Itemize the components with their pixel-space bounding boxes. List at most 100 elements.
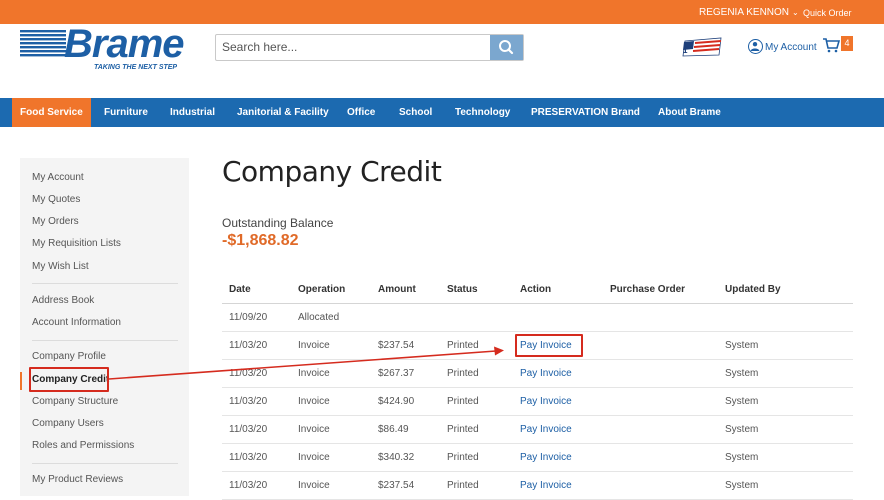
sidebar-divider: [32, 340, 178, 341]
cell-status: Printed: [440, 331, 513, 360]
cell-date: 11/03/20: [222, 415, 291, 444]
cell-amount: $340.32: [371, 443, 440, 472]
table-row: 11/09/20 Allocated: [222, 303, 853, 332]
pay-invoice-link[interactable]: Pay Invoice: [513, 359, 603, 388]
table-row: 11/03/20 Invoice $340.32 Printed Pay Inv…: [222, 443, 853, 472]
cell-status: Printed: [440, 359, 513, 388]
column-header-purchase-order: Purchase Order: [603, 276, 718, 304]
sidebar-item-company-users[interactable]: Company Users: [32, 418, 104, 429]
shopping-cart-icon[interactable]: [822, 37, 840, 53]
cell-purchase-order: [603, 359, 718, 388]
cell-operation: Invoice: [291, 471, 371, 500]
cell-amount: $86.49: [371, 415, 440, 444]
cell-operation: Invoice: [291, 359, 371, 388]
my-account-link[interactable]: My Account: [748, 39, 817, 54]
cell-operation: Invoice: [291, 331, 371, 360]
sidebar-item-company-structure[interactable]: Company Structure: [32, 396, 118, 407]
cell-status: Printed: [440, 387, 513, 416]
cell-operation: Allocated: [291, 303, 371, 332]
cell-amount: $424.90: [371, 387, 440, 416]
cell-updated-by: System: [718, 331, 853, 360]
sidebar-active-indicator: [20, 372, 22, 390]
column-header-date: Date: [222, 276, 291, 304]
cell-status: Printed: [440, 415, 513, 444]
page-title: Company Credit: [222, 155, 442, 188]
table-row: 11/03/20 Invoice $86.49 Printed Pay Invo…: [222, 415, 853, 444]
credit-history-table: Date Operation Amount Status Action Purc…: [222, 276, 853, 500]
sidebar-item-my-requisition-lists[interactable]: My Requisition Lists: [32, 238, 121, 249]
svg-text:1: 1: [683, 46, 688, 55]
nav-school[interactable]: School: [399, 98, 432, 127]
nav-furniture[interactable]: Furniture: [104, 98, 148, 127]
sidebar-divider: [32, 463, 178, 464]
cell-operation: Invoice: [291, 387, 371, 416]
sidebar-item-my-product-reviews[interactable]: My Product Reviews: [32, 474, 123, 485]
cell-updated-by: System: [718, 443, 853, 472]
cell-updated-by: System: [718, 359, 853, 388]
cell-amount: $237.54: [371, 331, 440, 360]
user-menu[interactable]: REGENIA KENNON ⌄: [699, 7, 799, 18]
cell-updated-by: System: [718, 415, 853, 444]
account-sidebar: My Account My Quotes My Orders My Requis…: [20, 158, 189, 496]
cell-operation: Invoice: [291, 415, 371, 444]
search-box: [215, 34, 524, 61]
quick-order-link[interactable]: Quick Order: [803, 8, 852, 18]
cell-updated-by: [718, 303, 853, 332]
user-name[interactable]: REGENIA KENNON: [699, 7, 789, 18]
sidebar-item-roles-and-permissions[interactable]: Roles and Permissions: [32, 440, 134, 451]
outstanding-balance-value: -$1,868.82: [222, 232, 299, 249]
nav-about-brame[interactable]: About Brame: [658, 98, 721, 127]
pay-invoice-link[interactable]: Pay Invoice: [513, 387, 603, 416]
cell-amount: [371, 303, 440, 332]
main-navigation: Food Service Furniture Industrial Janito…: [0, 98, 884, 127]
cart-count-badge[interactable]: 4: [841, 36, 853, 51]
cell-purchase-order: [603, 331, 718, 360]
search-icon: [499, 40, 514, 55]
pay-invoice-link[interactable]: Pay Invoice: [513, 471, 603, 500]
table-row: 11/03/20 Invoice $424.90 Printed Pay Inv…: [222, 387, 853, 416]
chevron-down-icon[interactable]: ⌄: [792, 8, 799, 17]
cell-purchase-order: [603, 471, 718, 500]
column-header-action: Action: [513, 276, 603, 304]
top-bar: REGENIA KENNON ⌄ Quick Order: [0, 0, 884, 24]
cell-date: 11/03/20: [222, 359, 291, 388]
table-header-row: Date Operation Amount Status Action Purc…: [222, 276, 853, 304]
sidebar-item-account-information[interactable]: Account Information: [32, 317, 121, 328]
sidebar-item-my-quotes[interactable]: My Quotes: [32, 194, 80, 205]
cell-purchase-order: [603, 415, 718, 444]
nav-preservation-brand[interactable]: PRESERVATION Brand: [531, 98, 640, 127]
outstanding-balance-label: Outstanding Balance: [222, 216, 334, 230]
cell-amount: $267.37: [371, 359, 440, 388]
cell-purchase-order: [603, 443, 718, 472]
nav-industrial[interactable]: Industrial: [170, 98, 215, 127]
sidebar-item-company-profile[interactable]: Company Profile: [32, 351, 106, 362]
cell-status: Printed: [440, 443, 513, 472]
nav-technology[interactable]: Technology: [455, 98, 510, 127]
search-button[interactable]: [490, 35, 523, 60]
column-header-operation: Operation: [291, 276, 371, 304]
pay-invoice-link[interactable]: Pay Invoice: [513, 415, 603, 444]
cell-status: [440, 303, 513, 332]
annotation-highlight-pay-invoice: [515, 334, 583, 357]
cell-status: Printed: [440, 471, 513, 500]
search-input[interactable]: [222, 40, 482, 54]
nav-office[interactable]: Office: [347, 98, 375, 127]
sidebar-item-my-wish-list[interactable]: My Wish List: [32, 261, 89, 272]
user-icon: [748, 39, 763, 54]
sidebar-item-my-account[interactable]: My Account: [32, 172, 84, 183]
my-account-label[interactable]: My Account: [765, 42, 817, 53]
brame-logo[interactable]: Brame TAKING THE NEXT STEP: [20, 22, 190, 74]
sidebar-item-address-book[interactable]: Address Book: [32, 295, 94, 306]
table-row: 11/03/20 Invoice $237.54 Printed Pay Inv…: [222, 471, 853, 500]
pay-invoice-link[interactable]: Pay Invoice: [513, 443, 603, 472]
cell-date: 11/03/20: [222, 387, 291, 416]
nav-food-service[interactable]: Food Service: [12, 98, 91, 127]
cell-date: 11/03/20: [222, 471, 291, 500]
cell-date: 11/03/20: [222, 443, 291, 472]
annotation-highlight-company-credit: [29, 367, 109, 392]
cell-operation: Invoice: [291, 443, 371, 472]
sidebar-item-my-orders[interactable]: My Orders: [32, 216, 79, 227]
nav-janitorial-facility[interactable]: Janitorial & Facility: [237, 98, 329, 127]
cell-updated-by: System: [718, 471, 853, 500]
column-header-updated-by: Updated By: [718, 276, 853, 304]
